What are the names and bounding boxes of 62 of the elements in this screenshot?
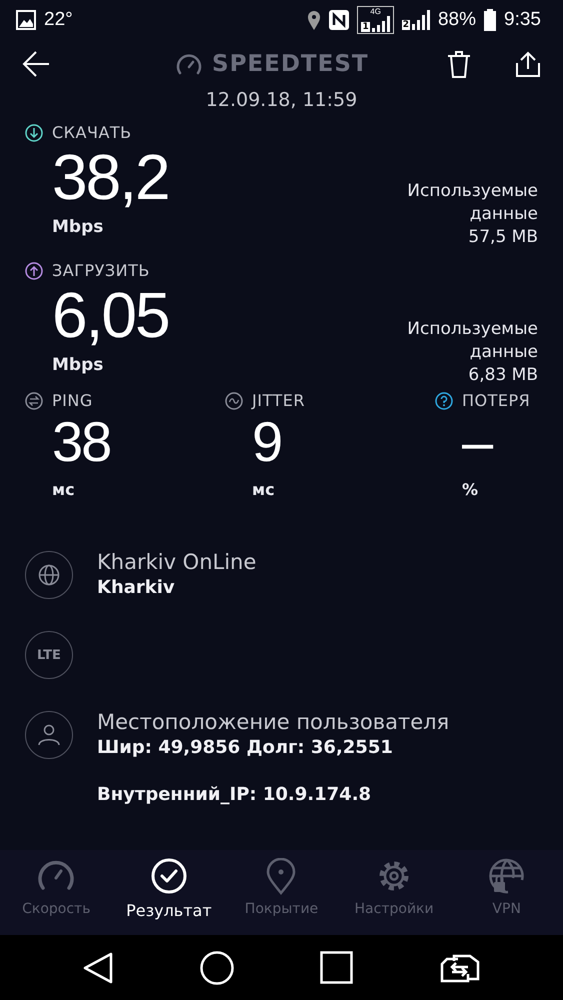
metric-value: 38: [52, 410, 112, 474]
nav-tab[interactable]: Покрытие: [225, 850, 338, 935]
trash-icon: [447, 50, 471, 78]
sim-switch-button[interactable]: [440, 952, 480, 982]
share-icon: [515, 51, 541, 77]
speed-value: 6,05: [52, 280, 170, 350]
globe-icon: [38, 564, 60, 586]
sim-signal: 4G 1: [357, 6, 394, 34]
delete-button[interactable]: [447, 50, 471, 78]
share-button[interactable]: [515, 51, 541, 77]
nav-tab[interactable]: Настройки: [338, 850, 450, 935]
gauge-icon: [176, 53, 202, 75]
data-used-value: 57,5 MB: [468, 226, 538, 249]
battery-percent: 88%: [438, 9, 476, 31]
metric-unit: мс: [252, 480, 276, 499]
metric-unit: %: [462, 480, 480, 499]
speed-unit: Mbps: [52, 217, 104, 237]
test-date: 12.09.18, 11:59: [204, 89, 358, 111]
speed-value: 38,2: [52, 142, 170, 212]
data-used-value: 6,83 MB: [468, 364, 538, 387]
back-button[interactable]: [22, 50, 50, 78]
metric-label: PING: [52, 391, 93, 410]
data-used-label: Используемые данные: [406, 318, 538, 364]
home-icon: [200, 950, 234, 984]
metric-label: ПОТЕРЯ: [462, 391, 530, 410]
battery-icon: [484, 9, 496, 31]
recents-button[interactable]: [320, 951, 354, 984]
home-button[interactable]: [200, 950, 234, 984]
metric-label: СКАЧАТЬ: [52, 123, 132, 142]
back-button[interactable]: [83, 952, 114, 984]
nfc-icon: [329, 10, 350, 30]
metric-value: –: [462, 410, 494, 474]
signal-icon: [372, 16, 390, 32]
metric-unit: мс: [52, 480, 76, 499]
signal-icon: [412, 10, 430, 30]
speed-unit: Mbps: [52, 355, 104, 375]
check-circle-icon: [150, 858, 188, 896]
temperature: 22°: [44, 9, 73, 31]
nav-tab[interactable]: VPN: [450, 850, 563, 935]
network-type-badge: LTE: [25, 631, 73, 679]
back-arrow-icon: [22, 50, 50, 78]
sim-switch-icon: [440, 952, 480, 982]
clock: 9:35: [504, 9, 541, 31]
nav-tab[interactable]: Результат: [112, 850, 226, 935]
metric-value: 9: [252, 410, 282, 474]
nav-tab[interactable]: Скорость: [0, 850, 113, 935]
metric-label: ЗАГРУЗИТЬ: [52, 261, 150, 280]
globe-lock-icon: [488, 858, 526, 896]
back-icon: [83, 952, 114, 984]
info-title: Местоположение пользователя: [97, 709, 450, 735]
internal-ip: Внутренний_IP: 10.9.174.8: [97, 784, 372, 805]
info-title: Kharkiv OnLine: [97, 549, 256, 575]
app-title: SPEEDTEST: [212, 51, 369, 77]
person-icon: [38, 724, 60, 746]
location-icon: [307, 10, 322, 30]
info-subtitle: Kharkiv: [97, 577, 176, 598]
recents-icon: [320, 951, 354, 984]
info-subtitle: Шир: 49,9856 Долг: 36,2551: [97, 737, 394, 758]
data-used-label: Используемые данные: [406, 180, 538, 226]
metric-label: JITTER: [252, 391, 305, 410]
gallery-icon: [16, 10, 36, 30]
sim-signal: 2: [402, 10, 430, 30]
